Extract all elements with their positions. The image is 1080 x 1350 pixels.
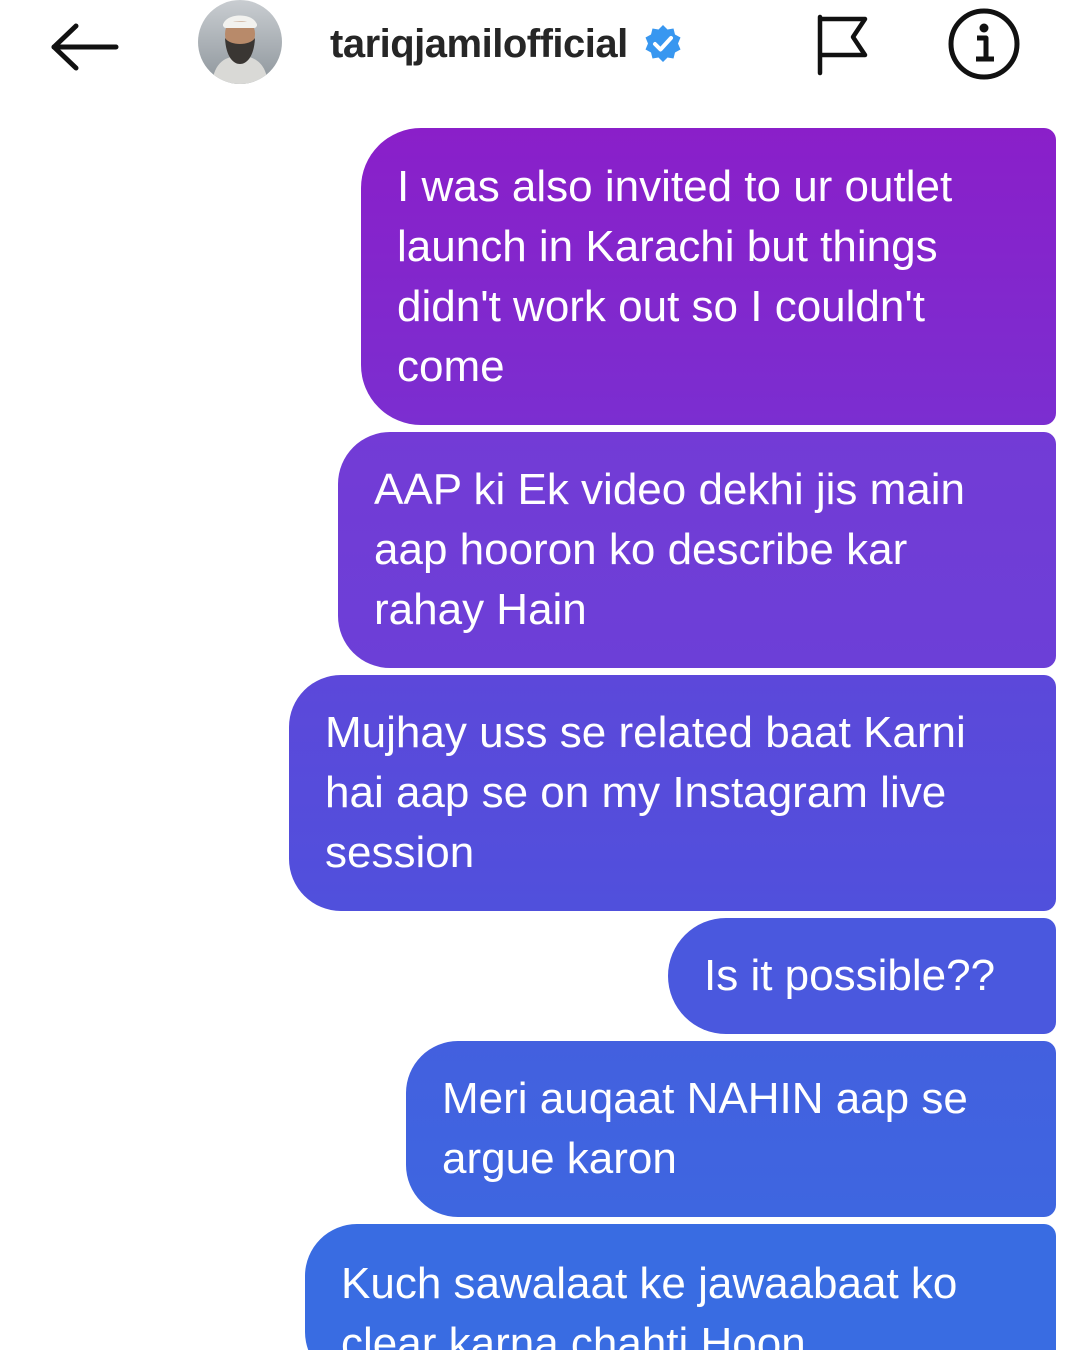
info-button[interactable] bbox=[944, 4, 1024, 84]
message-text: AAP ki Ek video dekhi jis main aap hooro… bbox=[374, 465, 966, 634]
info-icon bbox=[948, 8, 1020, 80]
message-bubble[interactable]: Meri auqaat NAHIN aap se argue karon bbox=[406, 1041, 1056, 1217]
avatar[interactable] bbox=[198, 0, 282, 84]
message-text: Meri auqaat NAHIN aap se argue karon bbox=[442, 1074, 968, 1183]
chat-screen: tariqjamilofficial I was also invited to… bbox=[0, 0, 1080, 1350]
verified-badge-icon bbox=[642, 23, 684, 65]
profile-avatar bbox=[198, 0, 282, 84]
report-flag-button[interactable] bbox=[806, 6, 876, 82]
arrow-left-icon bbox=[51, 23, 119, 71]
message-bubble[interactable]: I was also invited to ur outlet launch i… bbox=[361, 128, 1056, 425]
message-bubble[interactable]: Kuch sawalaat ke jawaabaat ko clear karn… bbox=[305, 1224, 1056, 1350]
profile-link[interactable]: tariqjamilofficial bbox=[330, 14, 684, 74]
message-bubble[interactable]: Mujhay uss se related baat Karni hai aap… bbox=[289, 675, 1056, 911]
message-bubble[interactable]: Is it possible?? bbox=[668, 918, 1056, 1034]
flag-icon bbox=[817, 14, 868, 76]
chat-header: tariqjamilofficial bbox=[0, 0, 1080, 100]
message-text: Kuch sawalaat ke jawaabaat ko clear karn… bbox=[341, 1259, 958, 1350]
username: tariqjamilofficial bbox=[330, 21, 628, 66]
message-text: Is it possible?? bbox=[704, 951, 996, 1000]
message-text: I was also invited to ur outlet launch i… bbox=[397, 161, 953, 391]
back-button[interactable] bbox=[40, 12, 130, 82]
message-bubble[interactable]: AAP ki Ek video dekhi jis main aap hooro… bbox=[338, 432, 1056, 668]
message-text: Mujhay uss se related baat Karni hai aap… bbox=[325, 708, 966, 877]
